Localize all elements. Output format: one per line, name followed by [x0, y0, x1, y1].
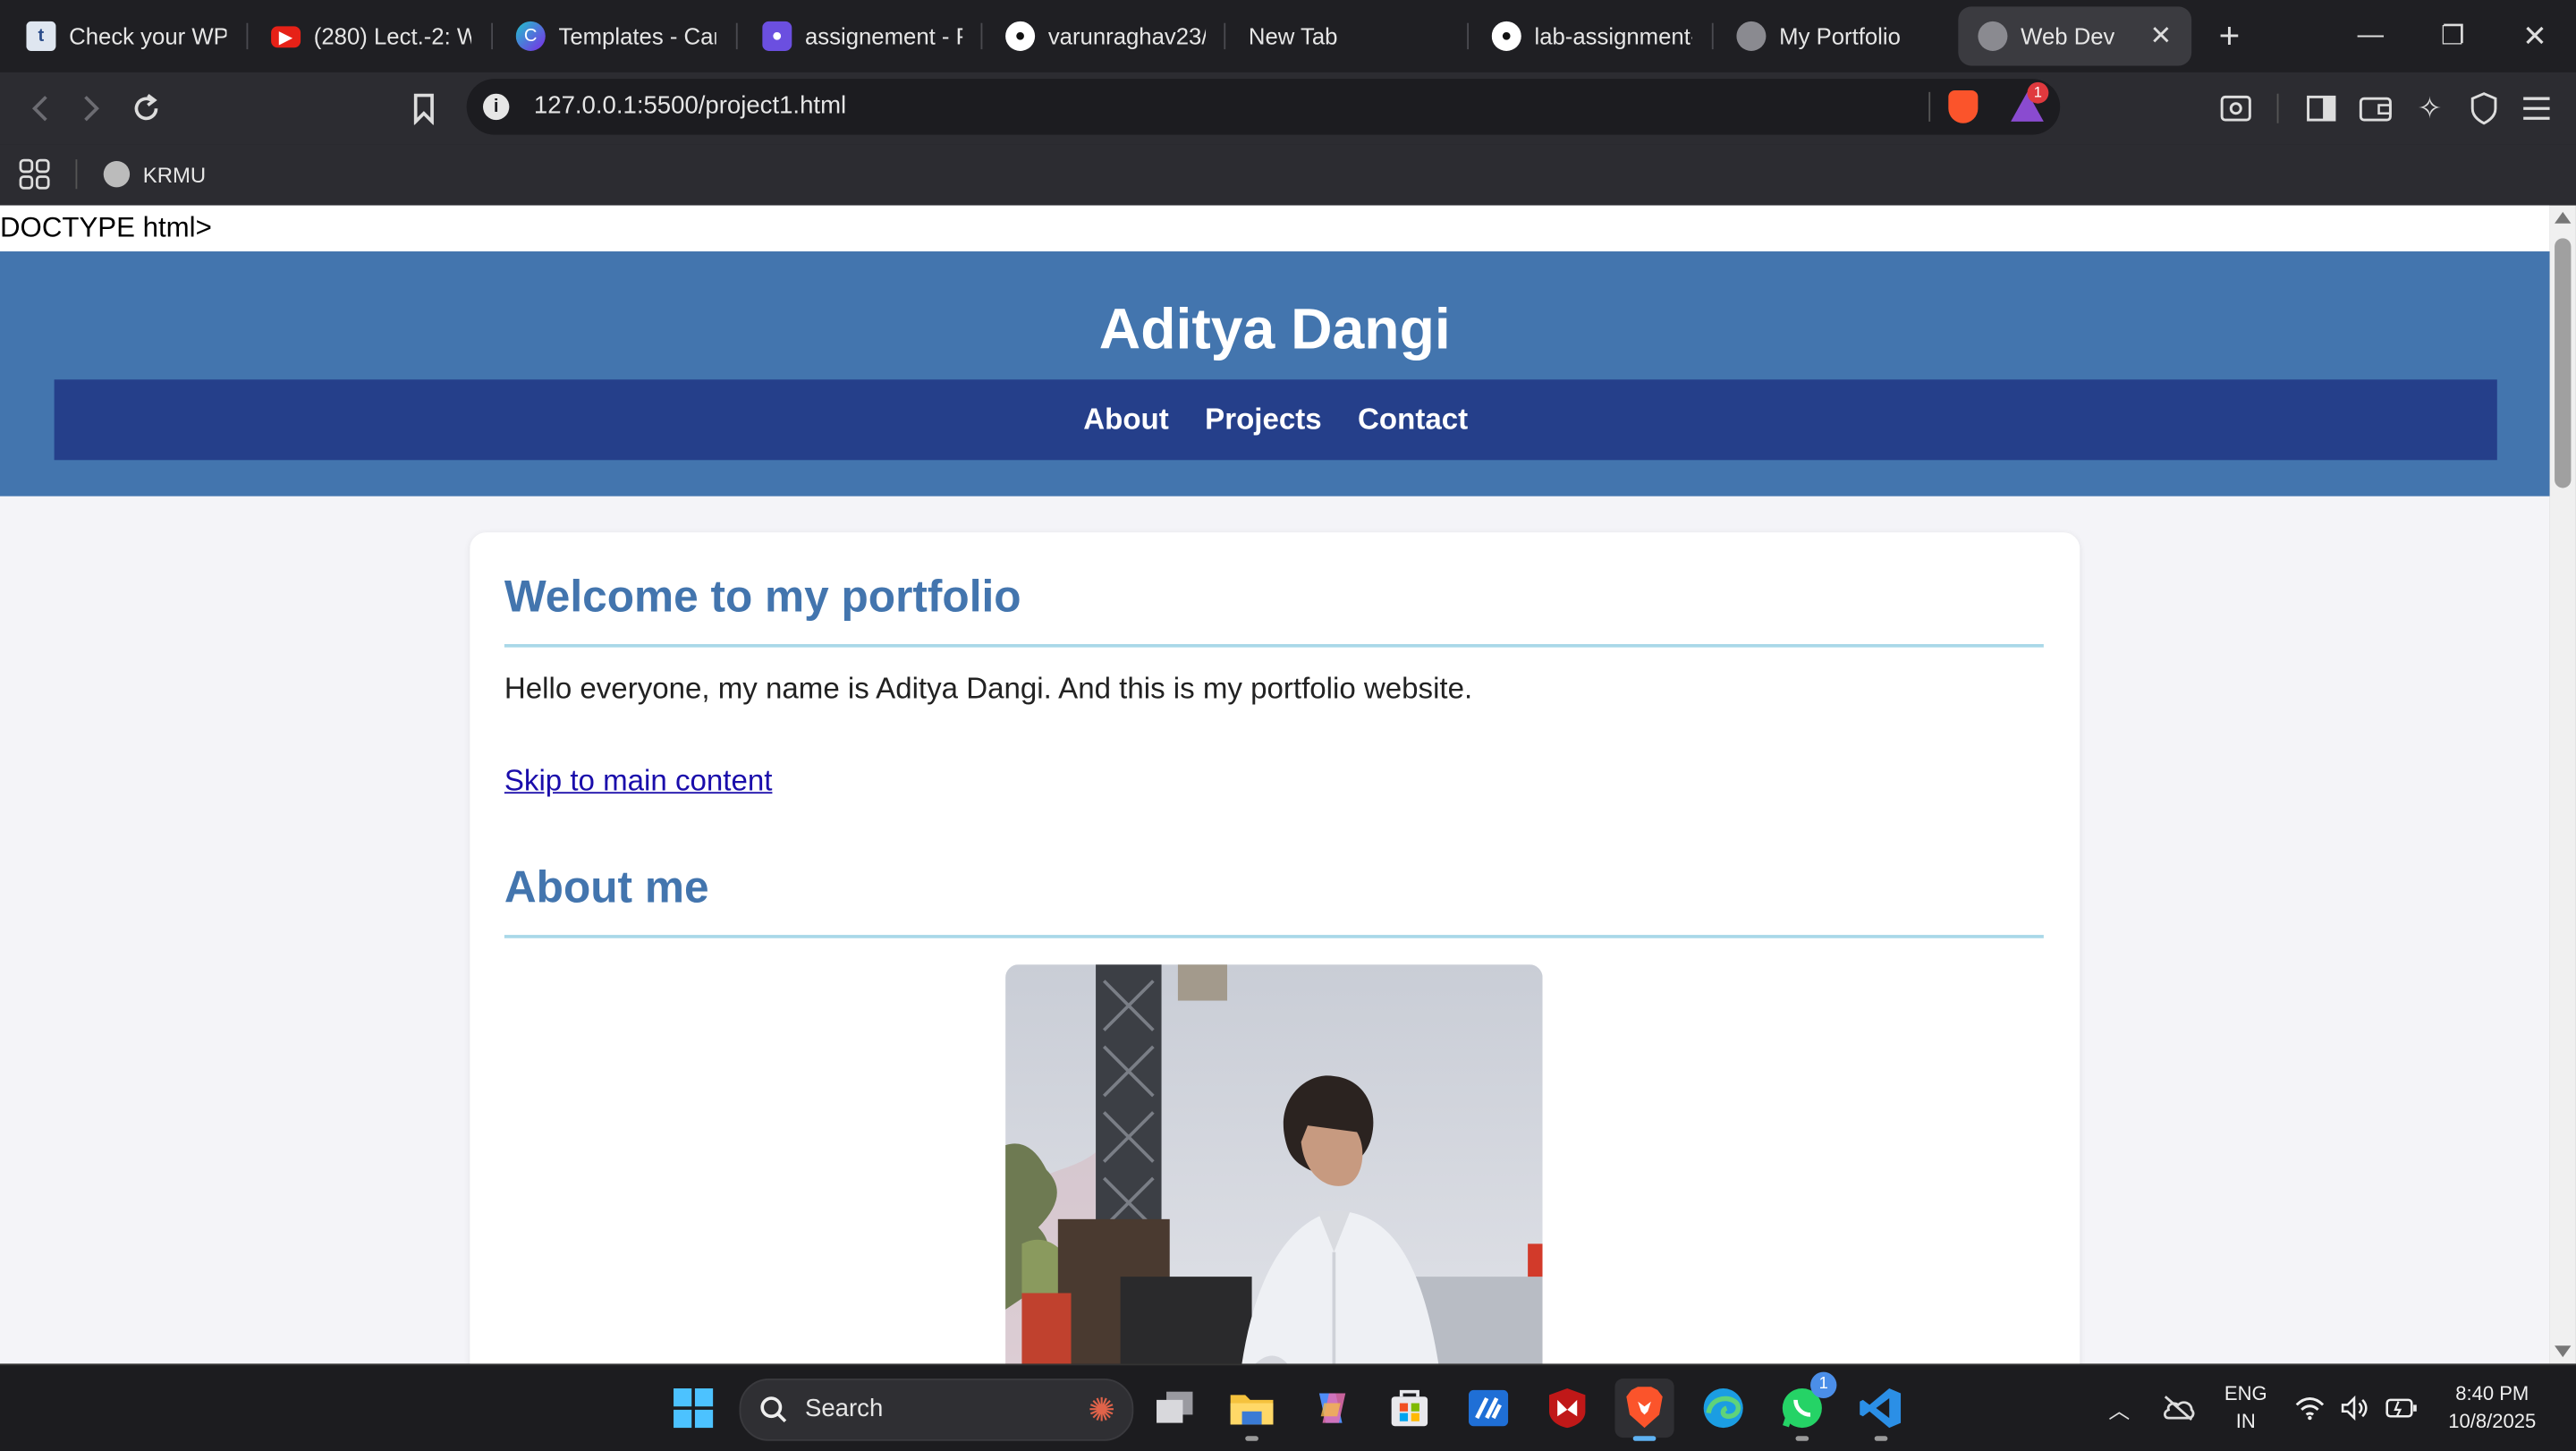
- heading-rule: [504, 935, 2044, 938]
- file-explorer-icon[interactable]: [1223, 1379, 1282, 1441]
- tab-web-dev[interactable]: Web Dev ✕: [1958, 6, 2192, 66]
- notification-badge: 1: [1810, 1371, 1837, 1399]
- apps-grid-icon[interactable]: [18, 155, 51, 194]
- reload-button[interactable]: [123, 86, 169, 132]
- tab-github-lab[interactable]: ● lab-assignment-: [1491, 6, 1692, 65]
- taskbar-search[interactable]: Search ✺: [739, 1378, 1134, 1441]
- bookmark-krmu[interactable]: KRMU: [103, 155, 206, 194]
- vpn-shield-icon[interactable]: [2461, 86, 2506, 132]
- page-scrollbar[interactable]: [2549, 205, 2576, 1364]
- chevron-up-icon[interactable]: ︿: [2089, 1379, 2148, 1438]
- taskbar: Search ✺ 1 ︿ ENG IN 8:40 PM 10/8/2025: [0, 1363, 2576, 1451]
- forward-button[interactable]: [69, 86, 114, 132]
- doctype-text: DOCTYPE html>: [0, 205, 2550, 252]
- content-card: Welcome to my portfolio Hello everyone, …: [470, 532, 2080, 1364]
- profile-photo: [1005, 964, 1543, 1364]
- app-icon: ●: [762, 21, 792, 51]
- bookmarks-bar: KRMU: [0, 144, 2576, 206]
- globe-icon: [1736, 21, 1767, 51]
- about-heading: About me: [504, 862, 709, 912]
- tab-strip: t Check your WPM ▶ (280) Lect.-2: Wa C T…: [0, 0, 2576, 72]
- close-tab-icon[interactable]: ✕: [2149, 20, 2172, 53]
- microsoft-store-icon[interactable]: [1380, 1379, 1439, 1438]
- heading-rule: [504, 643, 2044, 648]
- clock[interactable]: 8:40 PM 10/8/2025: [2428, 1380, 2556, 1436]
- reader-mode-icon[interactable]: [2213, 86, 2258, 132]
- edge-icon[interactable]: [1694, 1379, 1753, 1438]
- youtube-icon: ▶: [271, 25, 301, 47]
- brave-shields-icon[interactable]: [1948, 90, 1979, 123]
- leo-ai-icon[interactable]: ✧: [2407, 86, 2453, 132]
- back-button[interactable]: [16, 86, 62, 132]
- wallet-icon[interactable]: [2352, 86, 2398, 132]
- brave-browser-icon[interactable]: [1614, 1378, 1674, 1441]
- tab-canva[interactable]: C Templates - Canv: [515, 6, 716, 65]
- start-button[interactable]: [664, 1379, 723, 1438]
- site-title: Aditya Dangi: [1098, 297, 1451, 362]
- close-window-button[interactable]: ✕: [2494, 0, 2576, 72]
- tab-github-varun[interactable]: ● varunraghav23/l: [1005, 6, 1206, 65]
- onedrive-offline-icon[interactable]: [2148, 1379, 2207, 1438]
- bookmark-icon[interactable]: [401, 86, 446, 132]
- globe-icon: [1978, 21, 2008, 51]
- volume-icon[interactable]: [2333, 1379, 2378, 1438]
- tab-my-portfolio[interactable]: My Portfolio: [1736, 6, 1936, 65]
- search-icon: [760, 1396, 787, 1423]
- vscode-icon[interactable]: [1852, 1379, 1911, 1441]
- address-bar[interactable]: i 127.0.0.1:5500/project1.html 1: [466, 79, 2061, 135]
- nav-about-link[interactable]: About: [1083, 403, 1168, 437]
- nav-projects-link[interactable]: Projects: [1205, 403, 1321, 437]
- menu-icon[interactable]: [2513, 86, 2559, 132]
- intro-text: Hello everyone, my name is Aditya Dangi.…: [504, 672, 1473, 705]
- site-header: Aditya Dangi About Projects Contact: [0, 251, 2550, 496]
- page-viewport: DOCTYPE html> Aditya Dangi About Project…: [0, 205, 2550, 1364]
- tab-youtube[interactable]: ▶ (280) Lect.-2: Wa: [271, 6, 471, 65]
- globe-icon: [103, 160, 131, 188]
- wifi-icon[interactable]: [2287, 1379, 2333, 1438]
- divider: [1928, 91, 1931, 122]
- skip-link[interactable]: Skip to main content: [504, 764, 773, 799]
- restore-button[interactable]: ❐: [2411, 0, 2494, 72]
- welcome-heading: Welcome to my portfolio: [504, 572, 1021, 622]
- battery-icon[interactable]: [2379, 1379, 2425, 1438]
- sidebar-icon[interactable]: [2299, 86, 2344, 132]
- t-icon: t: [26, 21, 56, 51]
- minimize-button[interactable]: —: [2329, 0, 2411, 72]
- mcafee-icon[interactable]: [1538, 1379, 1597, 1438]
- url-text[interactable]: 127.0.0.1:5500/project1.html: [534, 92, 846, 120]
- tab-wpm[interactable]: t Check your WPM: [26, 6, 226, 65]
- copilot-icon[interactable]: [1301, 1379, 1360, 1438]
- browser-toolbar: i 127.0.0.1:5500/project1.html 1 ✧: [0, 72, 2576, 145]
- search-highlight-icon: ✺: [1088, 1393, 1116, 1430]
- site-nav: About Projects Contact: [54, 379, 2497, 461]
- scrollbar-thumb[interactable]: [2555, 238, 2572, 488]
- language-indicator[interactable]: ENG IN: [2211, 1380, 2280, 1436]
- github-icon: ●: [1491, 21, 1521, 51]
- github-icon: ●: [1005, 21, 1036, 51]
- canva-icon: C: [515, 21, 546, 51]
- whatsapp-icon[interactable]: 1: [1773, 1371, 1837, 1441]
- tab-new-tab[interactable]: New Tab: [1249, 6, 1445, 65]
- tab-assignment[interactable]: ● assignement - P: [762, 6, 962, 65]
- task-view-icon[interactable]: [1145, 1379, 1204, 1438]
- rewards-badge: 1: [2027, 81, 2049, 104]
- site-info-icon[interactable]: i: [482, 93, 510, 121]
- nav-contact-link[interactable]: Contact: [1358, 403, 1468, 437]
- app-icon[interactable]: [1459, 1379, 1518, 1438]
- new-tab-button[interactable]: +: [2190, 0, 2268, 72]
